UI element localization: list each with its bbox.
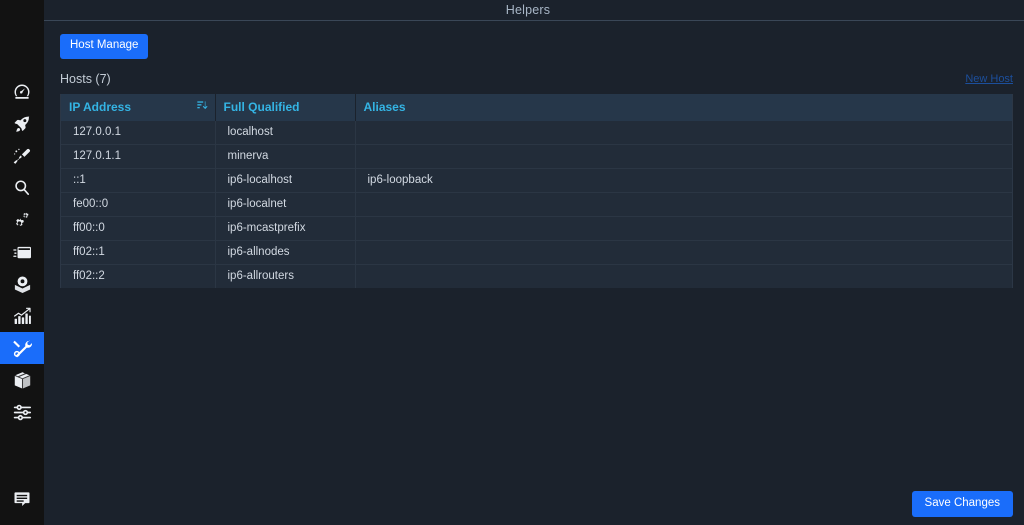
cell-al[interactable]: [355, 120, 1012, 144]
cell-al[interactable]: [355, 191, 1012, 216]
save-changes-button[interactable]: Save Changes: [911, 490, 1013, 517]
cell-al[interactable]: [355, 215, 1012, 240]
gauge-icon: [12, 82, 32, 102]
bar-chart-icon: [12, 306, 33, 327]
toolbar: Host Manage: [60, 21, 1013, 59]
sidebar-item-statistics[interactable]: [0, 300, 44, 332]
page-title: Helpers: [505, 3, 551, 17]
hosts-count-label: Hosts (7): [60, 71, 111, 86]
sidebar-item-windows[interactable]: [0, 236, 44, 268]
sidebar-item-helpers[interactable]: [0, 332, 44, 364]
table-header-row: IP Address Full Qualified Aliases: [61, 93, 1012, 121]
hosts-table-container: IP Address Full Qualified Aliases 127.0.…: [60, 93, 1013, 288]
content-panel: Host Manage Hosts (7) New Host IP Addres…: [44, 21, 1024, 288]
box-icon: [12, 370, 33, 391]
cell-al[interactable]: [355, 239, 1012, 264]
brush-icon: [12, 146, 32, 166]
cell-ip[interactable]: 127.0.0.1: [61, 120, 216, 144]
main-area: Helpers Host Manage Hosts (7) New Host I…: [44, 0, 1024, 525]
table-body: 127.0.0.1 localhost 127.0.1.1 minerva::1 ip6…: [61, 120, 1012, 288]
host-manage-button[interactable]: Host Manage: [60, 34, 149, 59]
cell-ip[interactable]: ff02::1: [61, 239, 216, 264]
cell-ip[interactable]: ff00::0: [61, 215, 216, 240]
sidebar-bottom-group: [0, 483, 44, 515]
table-row[interactable]: ff02::1 ip6-allnodes: [61, 239, 1012, 264]
table-row[interactable]: ff02::2 ip6-allrouters: [61, 263, 1012, 288]
cell-ip[interactable]: 127.0.1.1: [61, 143, 216, 168]
cell-ip[interactable]: ::1: [61, 167, 216, 192]
sidebar-item-dashboard[interactable]: [0, 76, 44, 108]
sidebar-item-search[interactable]: [0, 172, 44, 204]
hosts-table: IP Address Full Qualified Aliases 127.0.…: [61, 93, 1012, 288]
footer-actions: Save Changes: [911, 490, 1013, 517]
sidebar-top-spacer: [0, 0, 44, 76]
sidebar-item-settings[interactable]: [0, 204, 44, 236]
sidebar-item-tweaks[interactable]: [0, 396, 44, 428]
sidebar-item-cleaner[interactable]: [0, 140, 44, 172]
cell-al[interactable]: [355, 143, 1012, 168]
cell-al[interactable]: ip6-loopback: [355, 167, 1012, 192]
sidebar-item-capture[interactable]: [0, 268, 44, 300]
table-row[interactable]: ff00::0 ip6-mcastprefix: [61, 215, 1012, 240]
table-row[interactable]: 127.0.1.1 minerva: [61, 143, 1012, 168]
tools-icon: [12, 338, 33, 359]
camera-box-icon: [12, 274, 33, 295]
cell-fq[interactable]: ip6-localnet: [215, 191, 356, 216]
column-header-aliases[interactable]: Aliases: [355, 93, 1012, 121]
cell-fq[interactable]: ip6-localhost: [215, 167, 356, 192]
table-row[interactable]: ::1 ip6-localhost ip6-loopback: [61, 167, 1012, 192]
magnifier-icon: [12, 178, 32, 198]
column-header-ip-address-label: IP Address: [69, 99, 132, 114]
table-row[interactable]: 127.0.0.1 localhost: [61, 120, 1012, 144]
cell-fq[interactable]: ip6-allrouters: [215, 263, 356, 288]
column-header-full-qualified-label: Full Qualified: [223, 99, 300, 114]
cell-ip[interactable]: ff02::2: [61, 263, 216, 288]
table-row[interactable]: fe00::0 ip6-localnet: [61, 191, 1012, 216]
table-head: IP Address Full Qualified Aliases: [61, 93, 1012, 121]
new-host-link[interactable]: New Host: [965, 73, 1013, 85]
cell-fq[interactable]: localhost: [215, 120, 356, 144]
column-header-full-qualified[interactable]: Full Qualified: [215, 93, 356, 121]
cell-fq[interactable]: ip6-allnodes: [215, 239, 356, 264]
app-window: Helpers Host Manage Hosts (7) New Host I…: [0, 0, 1024, 525]
cell-fq[interactable]: ip6-mcastprefix: [215, 215, 356, 240]
sort-descending-icon[interactable]: [196, 100, 208, 114]
cell-al[interactable]: [355, 263, 1012, 288]
gears-icon: [12, 210, 33, 231]
chat-bubble-icon: [12, 489, 32, 509]
sidebar-item-feedback[interactable]: [0, 483, 44, 515]
cell-fq[interactable]: minerva: [215, 143, 356, 168]
column-header-aliases-label: Aliases: [363, 99, 406, 114]
title-bar: Helpers: [44, 0, 1024, 21]
cell-ip[interactable]: fe00::0: [61, 191, 216, 216]
sidebar-item-boost[interactable]: [0, 108, 44, 140]
rocket-icon: [12, 114, 32, 134]
hosts-header-bar: Hosts (7) New Host: [60, 72, 1013, 86]
sidebar-item-packages[interactable]: [0, 364, 44, 396]
sidebar: [0, 0, 44, 525]
window-icon: [12, 242, 33, 263]
column-header-ip-address[interactable]: IP Address: [61, 93, 216, 121]
sliders-icon: [12, 402, 33, 423]
